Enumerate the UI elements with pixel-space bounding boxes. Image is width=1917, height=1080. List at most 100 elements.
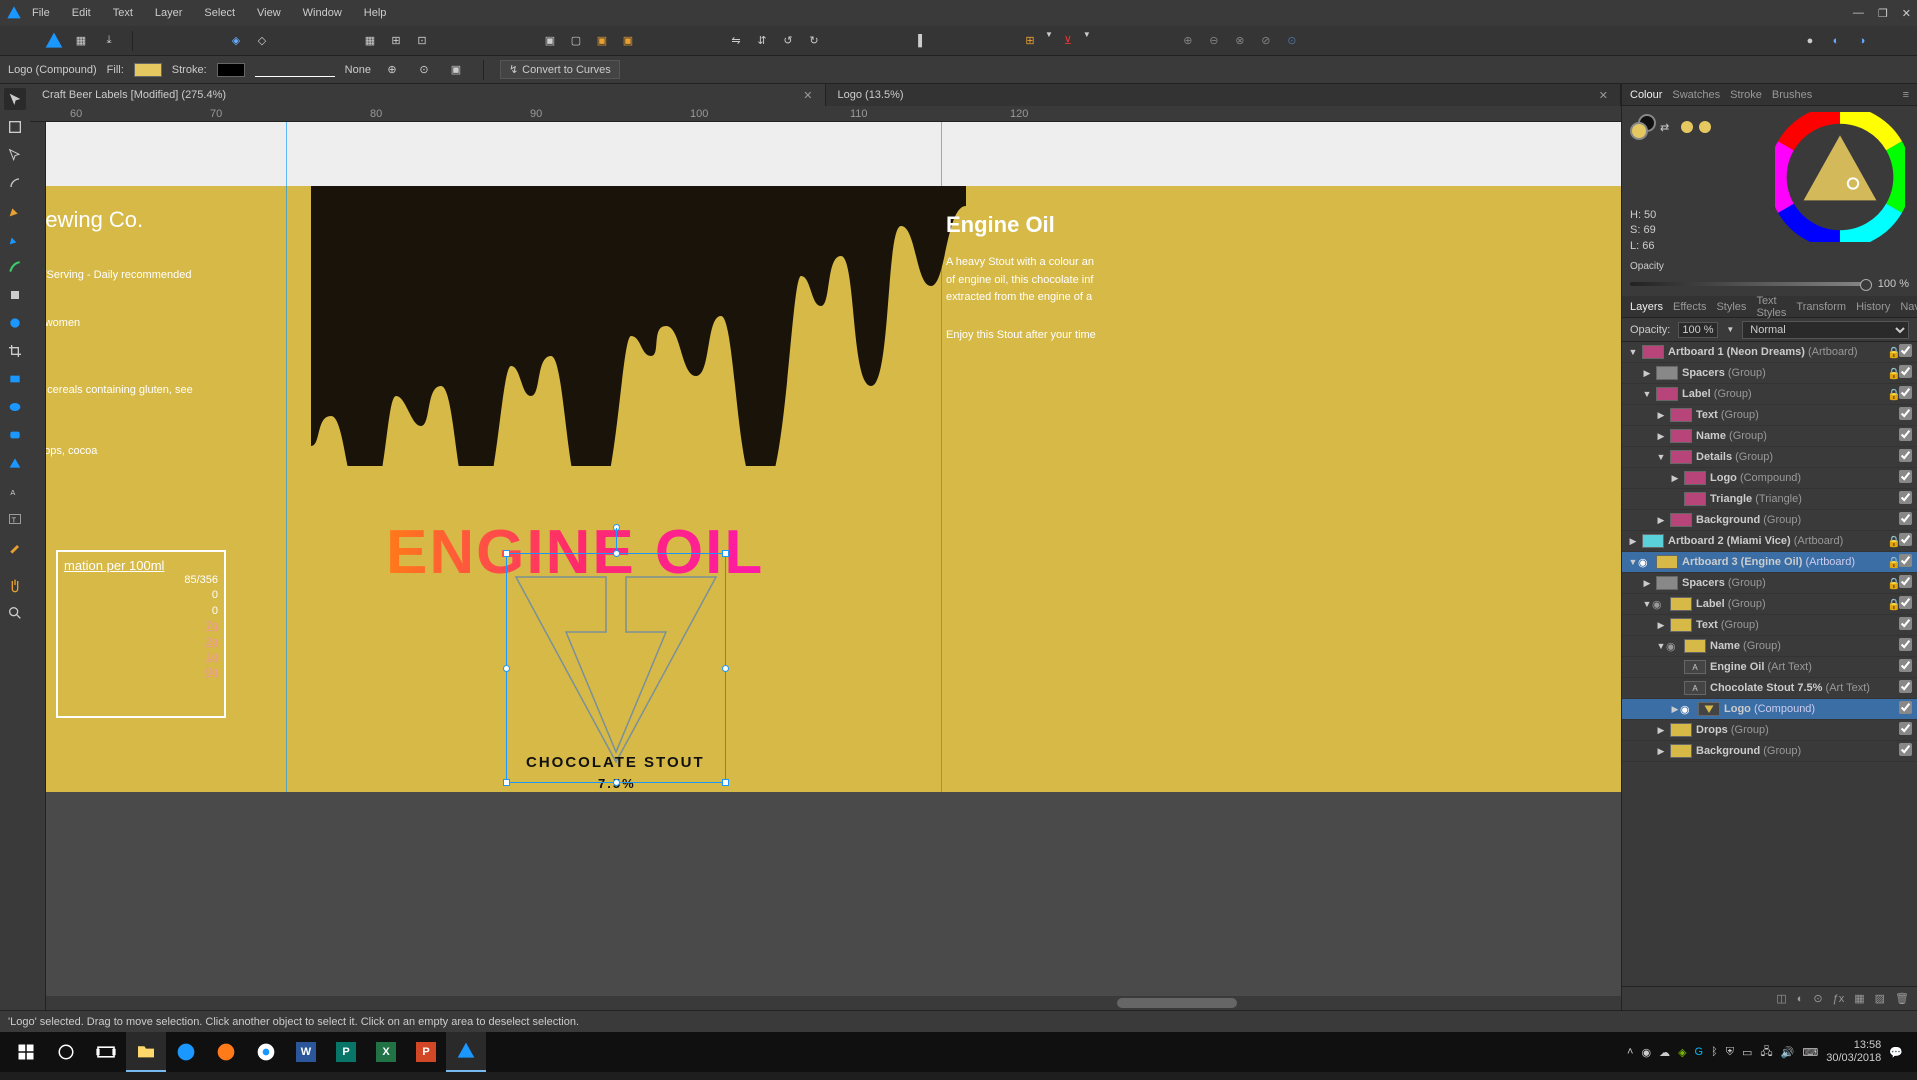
- layer-row[interactable]: ▶Background (Group): [1622, 510, 1917, 531]
- artboard-tool[interactable]: [4, 116, 26, 138]
- taskbar-affinity-icon[interactable]: [446, 1032, 486, 1072]
- menu-edit[interactable]: Edit: [72, 7, 91, 19]
- order-front-icon[interactable]: ▣: [617, 30, 639, 52]
- stroke-swatch[interactable]: [217, 63, 245, 77]
- layer-visibility-checkbox[interactable]: [1899, 470, 1913, 486]
- layer-visibility-checkbox[interactable]: [1899, 407, 1913, 423]
- layer-row[interactable]: ▶◉Logo (Compound): [1622, 699, 1917, 720]
- vector-brush-tool[interactable]: [4, 256, 26, 278]
- layer-visibility-checkbox[interactable]: [1899, 491, 1913, 507]
- taskbar-edge-icon[interactable]: [166, 1032, 206, 1072]
- selection-handle[interactable]: [503, 550, 510, 557]
- layer-expand-arrow[interactable]: ▼: [1656, 641, 1666, 651]
- layer-visibility-checkbox[interactable]: [1899, 449, 1913, 465]
- recent-colour-swatch[interactable]: [1699, 121, 1711, 133]
- canvas[interactable]: rewing Co. s/Serving - Daily recommended…: [30, 122, 1621, 1010]
- layer-visibility-checkbox[interactable]: [1899, 596, 1913, 612]
- layer-visibility-checkbox[interactable]: [1899, 722, 1913, 738]
- menu-view[interactable]: View: [257, 7, 281, 19]
- view-pan-tool[interactable]: [4, 574, 26, 596]
- view-mode-3-icon[interactable]: ◑: [1851, 30, 1873, 52]
- tab-layers[interactable]: Layers: [1630, 301, 1663, 313]
- close-icon[interactable]: ✕: [1902, 7, 1911, 20]
- layer-visibility-checkbox[interactable]: [1899, 512, 1913, 528]
- tray-logitech-icon[interactable]: G: [1695, 1046, 1704, 1058]
- scrollbar-thumb[interactable]: [1117, 998, 1237, 1008]
- add-pixel-layer-icon[interactable]: ▨: [1875, 992, 1885, 1005]
- layer-row[interactable]: ▶Text (Group): [1622, 405, 1917, 426]
- tab-colour[interactable]: Colour: [1630, 89, 1662, 101]
- mask-layer-icon[interactable]: ◐: [1797, 993, 1804, 1005]
- layer-expand-arrow[interactable]: ▶: [1656, 431, 1666, 442]
- tab-history[interactable]: History: [1856, 301, 1890, 313]
- layer-expand-arrow[interactable]: ▶: [1670, 473, 1680, 484]
- opacity-slider[interactable]: [1630, 282, 1872, 286]
- selection-bounds[interactable]: [506, 553, 726, 783]
- tray-bluetooth-icon[interactable]: ᛒ: [1711, 1046, 1718, 1058]
- node-tool[interactable]: [4, 144, 26, 166]
- shape-rectangle-tool[interactable]: [4, 368, 26, 390]
- layer-visibility-checkbox[interactable]: [1899, 701, 1913, 717]
- shape-triangle-tool[interactable]: [4, 452, 26, 474]
- layer-target-icon[interactable]: ◉: [1666, 640, 1680, 653]
- colour-picker-tool[interactable]: [4, 536, 26, 558]
- layer-lock-icon[interactable]: 🔒: [1887, 535, 1899, 548]
- layer-lock-icon[interactable]: 🔒: [1887, 388, 1899, 401]
- tab-transform[interactable]: Transform: [1796, 301, 1846, 313]
- app-persona-icon[interactable]: [44, 31, 64, 51]
- taskbar-powerpoint-icon[interactable]: P: [406, 1032, 446, 1072]
- tray-battery-icon[interactable]: ▭: [1742, 1046, 1752, 1059]
- taskbar-word-icon[interactable]: W: [286, 1032, 326, 1072]
- transform-origin-icon[interactable]: ▣: [445, 59, 467, 81]
- shape-rounded-tool[interactable]: [4, 424, 26, 446]
- horizontal-scrollbar[interactable]: [46, 996, 1621, 1010]
- selection-handle[interactable]: [613, 550, 620, 557]
- layer-opacity-input[interactable]: [1678, 322, 1718, 338]
- fill-tool[interactable]: [4, 284, 26, 306]
- layer-visibility-checkbox[interactable]: [1899, 386, 1913, 402]
- layer-row[interactable]: ▼◉Artboard 3 (Engine Oil) (Artboard)🔒: [1622, 552, 1917, 573]
- layer-row[interactable]: ▶Text (Group): [1622, 615, 1917, 636]
- tray-nvidia-icon[interactable]: ◈: [1678, 1046, 1686, 1059]
- taskbar-publisher-icon[interactable]: P: [326, 1032, 366, 1072]
- move-tool[interactable]: [4, 88, 26, 110]
- layer-row[interactable]: ▼◉Name (Group): [1622, 636, 1917, 657]
- artistic-text-tool[interactable]: A: [4, 480, 26, 502]
- layer-expand-arrow[interactable]: ▶: [1656, 725, 1666, 736]
- chevron-down-icon[interactable]: ▼: [1726, 325, 1734, 334]
- lock-children-icon[interactable]: ⊕: [381, 59, 403, 81]
- layer-expand-arrow[interactable]: ▶: [1656, 746, 1666, 757]
- layer-visibility-checkbox[interactable]: [1899, 680, 1913, 696]
- delete-layer-icon[interactable]: 🗑: [1895, 992, 1909, 1005]
- layer-expand-arrow[interactable]: ▶: [1642, 578, 1652, 589]
- snap-guides-icon[interactable]: ⊞: [385, 30, 407, 52]
- layer-visibility-checkbox[interactable]: [1899, 428, 1913, 444]
- layer-row[interactable]: ▶Artboard 2 (Miami Vice) (Artboard)🔒: [1622, 531, 1917, 552]
- snap-grid-icon[interactable]: ▦: [359, 30, 381, 52]
- rotate-cw-icon[interactable]: ↻: [803, 30, 825, 52]
- convert-to-curves-button[interactable]: ↯ Convert to Curves: [500, 60, 620, 79]
- layer-tree[interactable]: ▼Artboard 1 (Neon Dreams) (Artboard)🔒▶Sp…: [1622, 342, 1917, 986]
- transparency-tool[interactable]: [4, 312, 26, 334]
- layer-expand-arrow[interactable]: ▶: [1642, 368, 1652, 379]
- layer-visibility-checkbox[interactable]: [1899, 743, 1913, 759]
- layer-visibility-checkbox[interactable]: [1899, 617, 1913, 633]
- taskbar-explorer-icon[interactable]: [126, 1032, 166, 1072]
- layer-row[interactable]: ▶Background (Group): [1622, 741, 1917, 762]
- layer-expand-arrow[interactable]: ▶: [1670, 704, 1680, 715]
- colour-wheel[interactable]: [1775, 112, 1905, 242]
- layer-visibility-checkbox[interactable]: [1899, 638, 1913, 654]
- rotate-ccw-icon[interactable]: ↺: [777, 30, 799, 52]
- layer-lock-icon[interactable]: 🔒: [1887, 367, 1899, 380]
- add-layer-icon[interactable]: ▦: [1854, 992, 1864, 1005]
- layer-expand-arrow[interactable]: ▼: [1656, 452, 1666, 462]
- layer-visibility-checkbox[interactable]: [1899, 344, 1913, 360]
- layer-target-icon[interactable]: ◉: [1638, 556, 1652, 569]
- opacity-value[interactable]: 100 %: [1878, 278, 1909, 290]
- tab-effects[interactable]: Effects: [1673, 301, 1706, 313]
- menu-layer[interactable]: Layer: [155, 7, 183, 19]
- view-zoom-tool[interactable]: [4, 602, 26, 624]
- layer-expand-arrow[interactable]: ▼: [1642, 389, 1652, 399]
- tab-text-styles[interactable]: Text Styles: [1756, 295, 1786, 319]
- tab-navigator[interactable]: Navigator: [1900, 301, 1917, 313]
